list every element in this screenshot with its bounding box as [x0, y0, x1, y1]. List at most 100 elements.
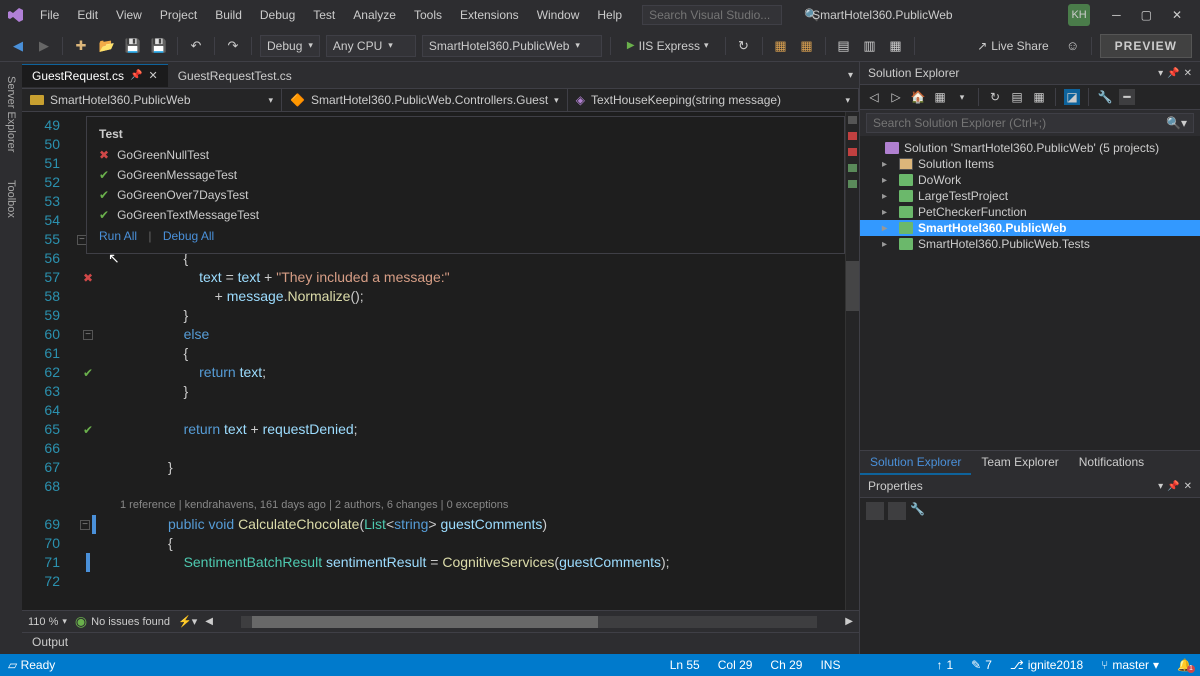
sync-icon[interactable]: ▦	[932, 89, 948, 105]
tree-item[interactable]: ▸SmartHotel360.PublicWeb.Tests	[860, 236, 1200, 252]
pin-icon[interactable]: 📌	[130, 70, 142, 81]
tree-item[interactable]: ▸DoWork	[860, 172, 1200, 188]
status-ch[interactable]: Ch 29	[770, 658, 802, 672]
tab-team-explorer[interactable]: Team Explorer	[971, 451, 1068, 475]
pin-icon[interactable]: 📌	[1167, 68, 1179, 79]
home-icon[interactable]: 🏠	[910, 89, 926, 105]
code-editor[interactable]: 4950515253545556575859606162636465666768…	[22, 112, 859, 610]
save-icon[interactable]: 💾	[123, 36, 143, 56]
config-selector[interactable]: Debug▾	[260, 35, 320, 57]
scope-icon[interactable]: ━	[1119, 89, 1135, 105]
maximize-button[interactable]: ▢	[1131, 4, 1162, 26]
nav-fwd-icon[interactable]: ▶	[34, 36, 54, 56]
browser-refresh-icon[interactable]: ↻	[734, 36, 754, 56]
menu-build[interactable]: Build	[207, 4, 250, 26]
step-icon-2[interactable]: ▦	[797, 36, 817, 56]
status-publish[interactable]: ↑1	[936, 658, 953, 672]
debug-all-link[interactable]: Debug All	[163, 229, 214, 243]
collapse-icon[interactable]: ▤	[1009, 89, 1025, 105]
test-row[interactable]: ✖GoGreenNullTest	[87, 145, 844, 165]
tree-item-selected[interactable]: ▸SmartHotel360.PublicWeb	[860, 220, 1200, 236]
doc-tab-guestrequest[interactable]: GuestRequest.cs 📌 ✕	[22, 64, 168, 87]
solution-search-input[interactable]	[873, 116, 1166, 130]
status-branch[interactable]: ⑂master ▾	[1101, 658, 1159, 672]
menu-view[interactable]: View	[108, 4, 150, 26]
error-indicator[interactable]: ◉No issues found	[75, 613, 170, 630]
tree-item[interactable]: ▸Solution Items	[860, 156, 1200, 172]
menu-edit[interactable]: Edit	[69, 4, 106, 26]
status-ins[interactable]: INS	[820, 658, 840, 672]
panel-menu-icon[interactable]: ▾	[1158, 68, 1163, 79]
nav-method[interactable]: ◈TextHouseKeeping(string message)▾	[568, 89, 859, 111]
test-row[interactable]: ✔GoGreenOver7DaysTest	[87, 185, 844, 205]
fold-toggle[interactable]: −	[83, 330, 93, 340]
doc-tab-guestrequesttest[interactable]: GuestRequestTest.cs	[168, 64, 302, 87]
menu-extensions[interactable]: Extensions	[452, 4, 527, 26]
nav-back-icon[interactable]: ◀	[8, 36, 28, 56]
menu-debug[interactable]: Debug	[252, 4, 303, 26]
tool-icon-2[interactable]: ▥	[860, 36, 880, 56]
run-all-link[interactable]: Run All	[99, 229, 137, 243]
preview-button[interactable]: PREVIEW	[1100, 34, 1192, 58]
menu-help[interactable]: Help	[589, 4, 630, 26]
toolbox-tab[interactable]: Toolbox	[3, 176, 19, 222]
show-all-icon[interactable]: ▦	[1031, 89, 1047, 105]
tool-icon-1[interactable]: ▤	[834, 36, 854, 56]
caret-icon[interactable]: ▾	[954, 89, 970, 105]
solution-node[interactable]: Solution 'SmartHotel360.PublicWeb' (5 pr…	[860, 140, 1200, 156]
nav-class[interactable]: 🔶SmartHotel360.PublicWeb.Controllers.Gue…	[282, 89, 568, 111]
menu-window[interactable]: Window	[529, 4, 588, 26]
status-pending[interactable]: ✎7	[971, 658, 992, 672]
status-repo[interactable]: ⎇ignite2018	[1010, 658, 1083, 672]
quick-launch-input[interactable]	[649, 8, 804, 22]
test-row[interactable]: ✔GoGreenMessageTest	[87, 165, 844, 185]
pin-icon[interactable]: 📌	[1167, 481, 1179, 492]
tree-item[interactable]: ▸PetCheckerFunction	[860, 204, 1200, 220]
menu-analyze[interactable]: Analyze	[345, 4, 404, 26]
menu-file[interactable]: File	[32, 4, 67, 26]
close-tab-icon[interactable]: ✕	[149, 69, 158, 82]
save-all-icon[interactable]: 💾	[149, 36, 169, 56]
open-icon[interactable]: 📂	[97, 36, 117, 56]
solution-search[interactable]: 🔍▾	[866, 113, 1194, 133]
output-panel-header[interactable]: Output	[22, 632, 859, 654]
new-project-icon[interactable]: ✚	[71, 36, 91, 56]
server-explorer-tab[interactable]: Server Explorer	[3, 72, 19, 156]
close-icon[interactable]: ✕	[1184, 481, 1192, 492]
test-row[interactable]: ✔GoGreenTextMessageTest	[87, 205, 844, 225]
live-share-button[interactable]: ↗Live Share	[969, 37, 1056, 55]
tab-notifications[interactable]: Notifications	[1069, 451, 1154, 475]
vertical-scrollbar[interactable]	[845, 112, 859, 610]
notifications-bell[interactable]: 🔔1	[1177, 658, 1192, 672]
preview-selected-icon[interactable]: ◪	[1064, 89, 1080, 105]
lightning-icon[interactable]: ⚡▾	[178, 615, 197, 628]
codelens-summary[interactable]: 1 reference | kendrahavens, 161 days ago…	[108, 496, 845, 515]
fold-toggle[interactable]: −	[80, 520, 90, 530]
close-button[interactable]: ✕	[1162, 4, 1192, 26]
status-ln[interactable]: Ln 55	[670, 658, 700, 672]
tool-icon-3[interactable]: ▦	[886, 36, 906, 56]
feedback-icon[interactable]: ☺	[1063, 36, 1083, 56]
fwd-icon[interactable]: ▷	[888, 89, 904, 105]
panel-menu-icon[interactable]: ▾	[1158, 481, 1163, 492]
scroll-thumb[interactable]	[846, 261, 859, 311]
wrench-icon[interactable]: 🔧	[910, 502, 928, 520]
menu-test[interactable]: Test	[305, 4, 343, 26]
user-badge[interactable]: KH	[1068, 4, 1090, 26]
quick-launch-search[interactable]: 🔍	[642, 5, 782, 25]
horizontal-scrollbar[interactable]	[241, 616, 817, 628]
categorize-icon[interactable]	[866, 502, 884, 520]
startup-selector[interactable]: SmartHotel360.PublicWeb▾	[422, 35, 602, 57]
platform-selector[interactable]: Any CPU▾	[326, 35, 416, 57]
close-icon[interactable]: ✕	[1184, 68, 1192, 79]
solution-tree[interactable]: Solution 'SmartHotel360.PublicWeb' (5 pr…	[860, 136, 1200, 450]
tab-solution-explorer[interactable]: Solution Explorer	[860, 451, 971, 475]
back-icon[interactable]: ◁	[866, 89, 882, 105]
menu-project[interactable]: Project	[152, 4, 205, 26]
start-debug-button[interactable]: ▶IIS Express▾	[619, 37, 717, 55]
undo-icon[interactable]: ↶	[186, 36, 206, 56]
nav-project[interactable]: SmartHotel360.PublicWeb▾	[22, 89, 282, 111]
menu-tools[interactable]: Tools	[406, 4, 450, 26]
alpha-icon[interactable]	[888, 502, 906, 520]
tabs-dropdown[interactable]: ▾	[842, 70, 859, 81]
